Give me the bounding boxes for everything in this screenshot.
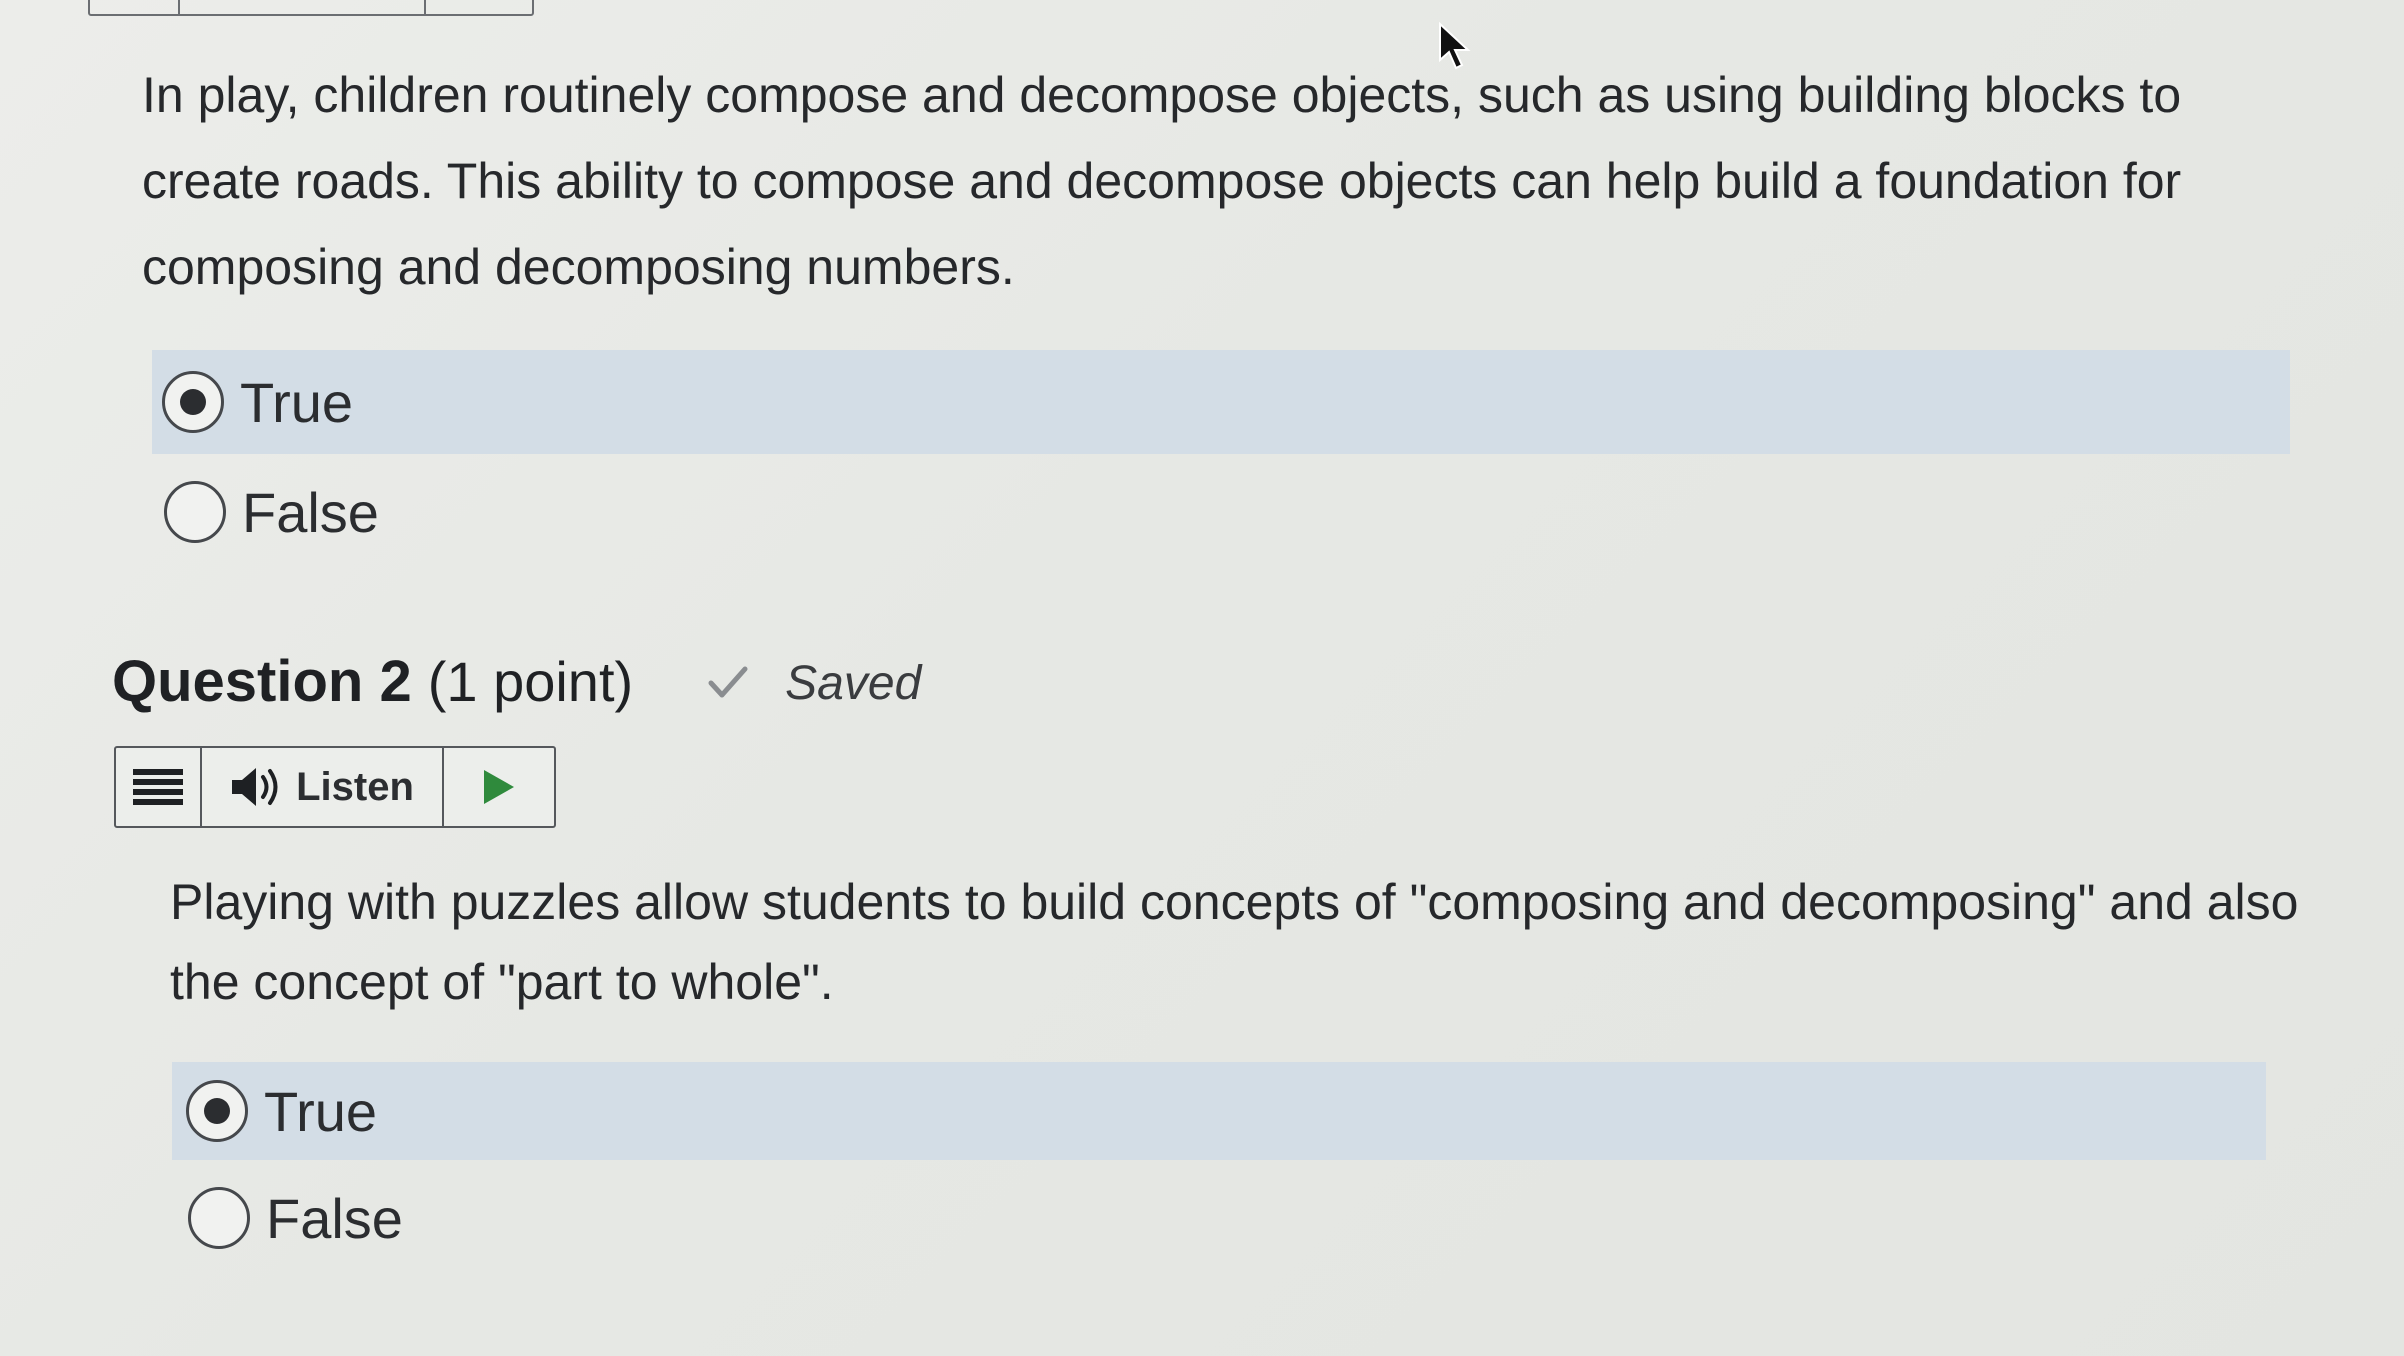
play-icon [484, 770, 514, 804]
question-2-option-false[interactable]: False [172, 1170, 872, 1266]
listen-button[interactable]: Listen [202, 748, 444, 826]
question-2-header: Question 2 (1 point) Saved [112, 648, 921, 715]
option-label: True [240, 370, 354, 434]
previous-question-toolbar [88, 0, 534, 16]
radio-button[interactable] [164, 481, 226, 543]
saved-status: Saved [707, 656, 921, 711]
checkmark-icon [708, 666, 748, 698]
question-1-option-true[interactable]: True [152, 350, 2290, 454]
play-button[interactable] [444, 748, 554, 826]
option-label: True [264, 1079, 378, 1143]
listen-label: Listen [296, 764, 414, 809]
read-aloud-toolbar: Listen [114, 746, 556, 828]
question-title: Question 2 [112, 649, 412, 714]
question-2-text: Playing with puzzles allow students to b… [170, 874, 2299, 1010]
question-points: (1 point) [427, 650, 634, 713]
toolbar-menu-segment[interactable] [90, 0, 180, 14]
question-1-text: In play, children routinely compose and … [142, 67, 2182, 295]
speaker-icon [232, 768, 278, 806]
question-2-option-true[interactable]: True [172, 1062, 2266, 1160]
question-1-option-false[interactable]: False [152, 466, 852, 558]
toolbar-listen-segment[interactable] [180, 0, 426, 14]
saved-label: Saved [785, 656, 922, 710]
radio-button[interactable] [188, 1187, 250, 1249]
option-label: False [242, 480, 379, 544]
menu-button[interactable] [116, 748, 202, 826]
radio-button-selected[interactable] [162, 371, 224, 433]
option-label: False [266, 1186, 403, 1250]
radio-button-selected[interactable] [186, 1080, 248, 1142]
hamburger-menu-icon [133, 769, 183, 805]
